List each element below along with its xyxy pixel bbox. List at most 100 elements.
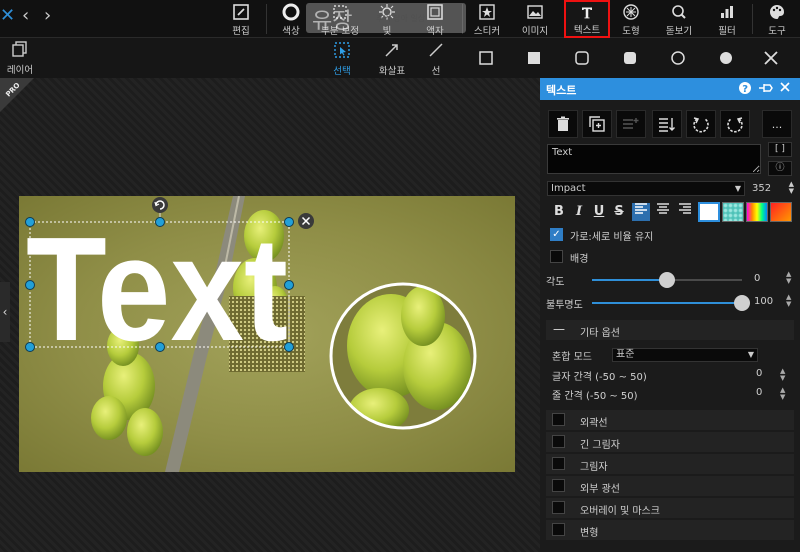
opacity-slider[interactable] [592,295,750,311]
list-add-icon [623,118,639,129]
text-color-swatch[interactable] [698,202,720,222]
long-shadow-option-row[interactable]: 긴 그림자 [546,432,794,452]
keep-ratio-checkbox[interactable]: ✓ [550,228,563,241]
outline-checkbox[interactable] [552,413,565,426]
toolbar-divider [752,4,753,34]
layers-icon [12,41,27,57]
arrow-tool-button[interactable]: 화살표 [372,42,412,77]
layer-button[interactable]: 레이어 [4,40,36,76]
text-properties-panel: 텍스트 ? ... Text [ ] ⓘ Impact ▼ 352 ▲ ▼ B … [540,78,800,552]
back-arrow-icon[interactable]: ‹ [22,6,36,26]
opacity-slider-knob[interactable] [734,295,750,311]
opacity-value[interactable]: 100 [754,296,773,307]
line-label: 선 [431,66,441,77]
duplicate-layer-button[interactable] [582,110,612,138]
background-row[interactable]: 배경 [550,249,790,265]
shadow-option-row[interactable]: 그림자 [546,454,794,474]
angle-spinner-icon[interactable]: ▲ ▼ [786,271,791,285]
tool-text-button[interactable]: 텍스트 [564,0,610,38]
circle-outline-icon[interactable] [670,50,686,66]
other-options-header[interactable]: — 기타 옵션 [546,320,794,340]
rotate-right-button[interactable] [720,110,750,138]
sort-layer-button[interactable] [652,110,682,138]
transform-checkbox[interactable] [552,523,565,536]
more-options-button[interactable]: ... [762,110,792,138]
add-line-button[interactable] [616,110,646,138]
transform-option-row[interactable]: 변형 [546,520,794,540]
underline-button[interactable]: U [590,203,608,221]
blend-mode-select[interactable]: 표준 ▼ [612,348,758,362]
tool-filter-button[interactable]: 필터 [704,0,750,38]
long-shadow-checkbox[interactable] [552,435,565,448]
fire-gradient-swatch[interactable] [770,202,792,222]
outer-glow-checkbox[interactable] [552,479,565,492]
tool-sticker-button[interactable]: 스티커 [464,0,510,38]
align-right-button[interactable] [676,203,694,221]
letter-spacing-value[interactable]: 0 [756,368,762,379]
circle-filled-icon[interactable] [718,50,734,66]
text-t-icon [582,7,592,19]
align-center-button[interactable] [654,203,672,221]
rounded-rect-outline-icon[interactable] [574,50,590,66]
select-tool-button[interactable]: 선택 [322,42,362,77]
bold-button[interactable]: B [550,203,568,221]
angle-value[interactable]: 0 [754,273,760,284]
toolbar-divider [266,4,267,34]
font-size-stepper[interactable]: 352 ▲ ▼ [752,181,796,196]
photo-canvas[interactable] [19,196,515,472]
overlay-mask-checkbox[interactable] [552,501,565,514]
bracket-button[interactable]: [ ] [768,142,792,157]
keep-ratio-row[interactable]: ✓ 가로:세로 비율 유지 [550,227,790,243]
rect-outline-icon[interactable] [478,50,494,66]
trash-icon [557,116,569,131]
pin-icon[interactable] [758,81,773,95]
letter-spacing-row: 글자 간격 (-50 ~ 50) 0 ▲ ▼ [552,368,792,384]
align-left-button[interactable] [632,203,650,221]
rotate-left-icon [693,117,709,133]
pattern-swatch[interactable] [722,202,744,222]
close-icon[interactable]: ✕ [0,6,15,26]
rotate-left-button[interactable] [686,110,716,138]
tool-image-button[interactable]: 이미지 [512,0,558,38]
panel-close-icon[interactable] [778,81,792,95]
font-family-select[interactable]: Impact ▼ [547,181,745,196]
background-checkbox[interactable] [550,250,563,263]
line-spacing-value[interactable]: 0 [756,387,762,398]
close-panel-icon[interactable] [762,49,780,67]
delete-layer-button[interactable] [548,110,578,138]
watermark-subtext: 추억 담아 일상 [376,14,426,23]
pro-badge-icon: PRO [0,78,34,112]
gradient-swatch[interactable] [746,202,768,222]
outer-glow-option-row[interactable]: 외부 광선 [546,476,794,496]
spinner-icon[interactable]: ▲ ▼ [789,181,794,195]
tool-zoom-button[interactable]: 돋보기 [656,0,702,38]
line-tool-button[interactable]: 선 [416,42,456,77]
panel-title: 텍스트 [546,84,577,97]
svg-text:?: ? [742,84,748,95]
angle-slider-knob[interactable] [659,272,675,288]
strikethrough-button[interactable]: S [610,203,628,221]
rect-filled-icon[interactable] [526,50,542,66]
letter-spacing-spinner-icon[interactable]: ▲ ▼ [780,368,785,382]
tool-edit-button[interactable]: 편집 [218,0,264,38]
opacity-slider-row: 불투명도 100 ▲ ▼ [546,294,796,312]
overlay-mask-option-row[interactable]: 오버레이 및 마스크 [546,498,794,518]
opacity-spinner-icon[interactable]: ▲ ▼ [786,294,791,308]
shadow-label: 그림자 [580,462,608,473]
line-spacing-spinner-icon[interactable]: ▲ ▼ [780,387,785,401]
tool-label: 필터 [718,26,736,37]
left-panel-toggle[interactable]: ‹ [0,282,10,342]
italic-button[interactable]: I [570,203,588,221]
text-content-field[interactable]: Text [547,144,761,174]
shadow-checkbox[interactable] [552,457,565,470]
panel-header: 텍스트 ? [540,78,800,100]
angle-slider[interactable] [592,272,742,288]
info-button[interactable]: ⓘ [768,161,792,176]
tool-label: 편집 [232,26,250,37]
rounded-rect-filled-icon[interactable] [622,50,638,66]
tool-tools-button[interactable]: 도구 [754,0,800,38]
help-icon[interactable]: ? [738,81,752,95]
outline-option-row[interactable]: 외곽선 [546,410,794,430]
tool-shape-button[interactable]: 도형 [608,0,654,38]
forward-arrow-icon[interactable]: › [44,6,58,26]
